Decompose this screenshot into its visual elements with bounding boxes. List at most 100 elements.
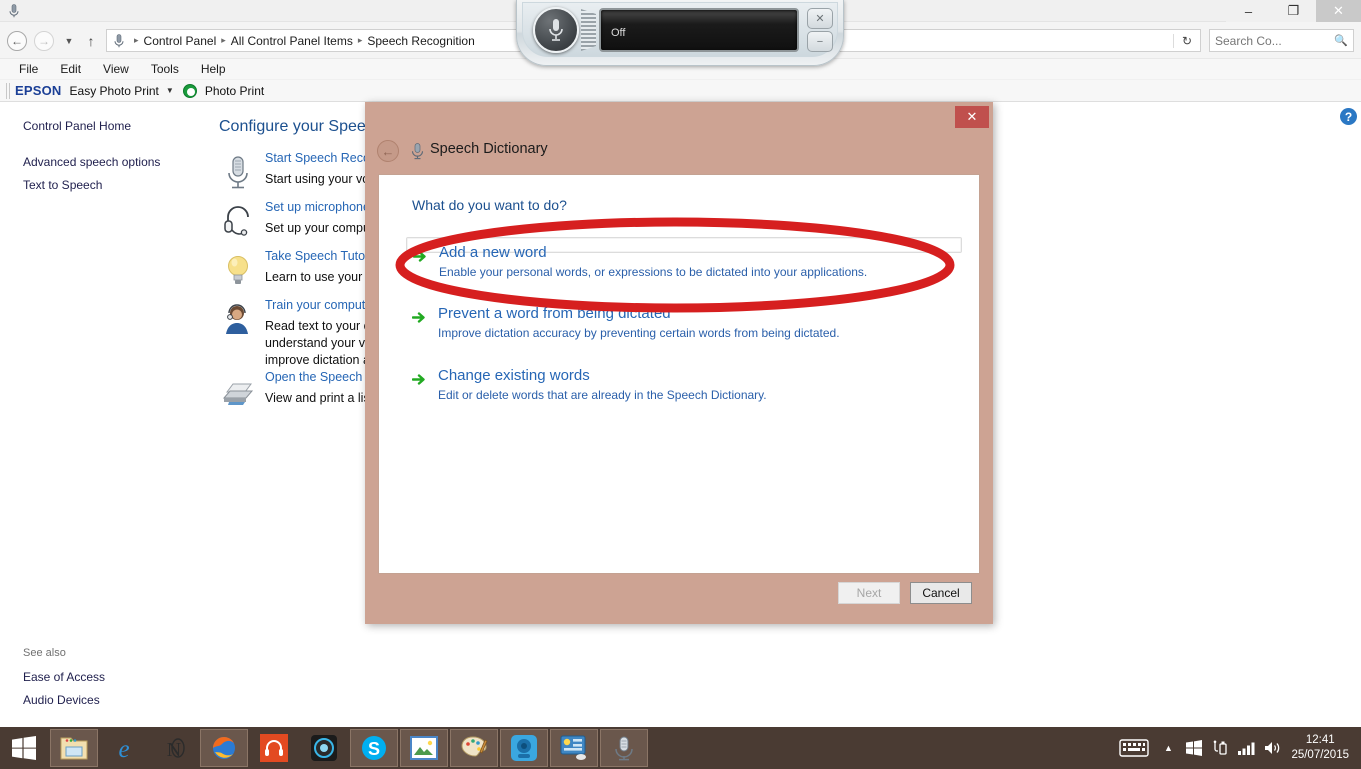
dialog-title: Speech Dictionary xyxy=(430,141,548,157)
camera-lens-icon xyxy=(309,734,339,762)
chevron-down-icon[interactable]: ▼ xyxy=(166,86,174,95)
dialog-back-button[interactable]: ← xyxy=(377,140,399,162)
taskbar-item-internet-explorer[interactable]: e xyxy=(100,729,148,767)
onenote-icon: N xyxy=(159,734,189,762)
breadcrumb-separator: ▸ xyxy=(134,35,139,46)
breadcrumb-item-control-panel[interactable]: Control Panel xyxy=(144,34,217,48)
cancel-button[interactable]: Cancel xyxy=(910,582,972,604)
screen: – ❐ ✕ ← → ▼ ↑ ▸ Control Panel ▸ All Cont… xyxy=(0,0,1361,769)
refresh-icon[interactable]: ↻ xyxy=(1173,34,1200,48)
search-input[interactable]: Search Co... 🔍 xyxy=(1209,29,1354,52)
menu-help[interactable]: Help xyxy=(190,62,237,76)
option-title: Add a new word xyxy=(439,244,547,261)
microphone-icon xyxy=(409,142,426,160)
keyboard-icon[interactable] xyxy=(1113,727,1155,769)
firefox-icon xyxy=(209,734,239,762)
chevron-down-icon[interactable]: ⱟ xyxy=(1155,36,1173,46)
taskbar-item-file-explorer[interactable] xyxy=(50,729,98,767)
internet-explorer-icon: e xyxy=(109,734,139,762)
maximize-button[interactable]: ❐ xyxy=(1271,0,1316,22)
minimize-button[interactable]: – xyxy=(1226,0,1271,22)
speech-recognition-widget[interactable]: Off ✕ − xyxy=(516,0,844,66)
help-icon[interactable]: ? xyxy=(1340,108,1357,125)
windows-flag-icon[interactable] xyxy=(1181,727,1207,769)
dialog-close-button[interactable]: ✕ xyxy=(955,106,989,128)
window-controls: – ❐ ✕ xyxy=(1226,0,1361,22)
epson-logo: EPSON xyxy=(15,83,62,98)
svg-text:S: S xyxy=(368,739,380,759)
photo-print-icon xyxy=(183,84,197,98)
see-also-label: See also xyxy=(23,647,66,659)
sidebar-item-audio-devices[interactable]: Audio Devices xyxy=(23,693,100,707)
sidebar-item-advanced-speech-options[interactable]: Advanced speech options xyxy=(23,155,160,169)
usb-icon[interactable] xyxy=(1207,727,1233,769)
taskbar-item-headphones-app[interactable] xyxy=(250,729,298,767)
microphone-icon xyxy=(111,33,127,49)
speech-status-text: Off xyxy=(611,27,625,39)
up-button[interactable]: ↑ xyxy=(82,32,100,50)
taskbar-item-firefox[interactable] xyxy=(200,729,248,767)
menu-view[interactable]: View xyxy=(92,62,140,76)
microphone-icon xyxy=(219,153,257,191)
taskbar-item-paint[interactable] xyxy=(450,729,498,767)
breadcrumb-item-speech-recognition[interactable]: Speech Recognition xyxy=(367,34,474,48)
volume-meter-icon xyxy=(581,9,596,51)
system-tray: ▲ 12:41 25/07/2015 xyxy=(1113,727,1361,769)
option-add-a-new-word[interactable]: Add a new word Enable your personal word… xyxy=(406,237,962,253)
taskbar-item-camera-lens[interactable] xyxy=(300,729,348,767)
close-button[interactable]: ✕ xyxy=(1316,0,1361,22)
sidebar-item-ease-of-access[interactable]: Ease of Access xyxy=(23,670,105,684)
network-bars-icon[interactable] xyxy=(1233,727,1259,769)
speech-status-display: Off xyxy=(599,8,799,52)
back-button[interactable]: ← xyxy=(7,31,27,51)
green-arrow-icon xyxy=(412,372,427,387)
sidebar: Control Panel Home Advanced speech optio… xyxy=(0,102,215,727)
breadcrumb-separator: ▸ xyxy=(221,35,226,46)
taskbar: e N S ▲ 12:41 25/07/2015 xyxy=(0,727,1361,769)
green-arrow-icon xyxy=(413,249,428,264)
speech-widget-close-button[interactable]: ✕ xyxy=(807,8,833,29)
link-set-up-microphone[interactable]: Set up microphone xyxy=(265,200,370,214)
webcam-icon xyxy=(510,734,538,762)
microphone-icon xyxy=(6,3,22,19)
menu-tools[interactable]: Tools xyxy=(140,62,190,76)
next-button[interactable]: Next xyxy=(838,582,900,604)
svg-text:e: e xyxy=(118,736,129,762)
taskbar-item-onenote[interactable]: N xyxy=(150,729,198,767)
show-hidden-icons-button[interactable]: ▲ xyxy=(1155,727,1181,769)
control-panel-icon xyxy=(559,734,589,762)
taskbar-item-control-panel[interactable] xyxy=(550,729,598,767)
clock[interactable]: 12:41 25/07/2015 xyxy=(1285,733,1361,763)
search-placeholder: Search Co... xyxy=(1215,34,1282,48)
photo-print-button[interactable]: Photo Print xyxy=(205,84,264,98)
speech-mic-button[interactable] xyxy=(533,7,579,53)
option-description: Enable your personal words, or expressio… xyxy=(439,265,867,279)
start-button[interactable] xyxy=(0,727,48,769)
forward-button[interactable]: → xyxy=(34,31,54,51)
recent-locations-icon[interactable]: ▼ xyxy=(61,34,77,48)
speech-dictionary-dialog: ✕ ← Speech Dictionary What do you want t… xyxy=(365,102,993,624)
paint-icon xyxy=(459,734,489,762)
easy-photo-print-button[interactable]: Easy Photo Print xyxy=(70,84,159,98)
dialog-header: ← Speech Dictionary xyxy=(365,134,993,174)
menu-file[interactable]: File xyxy=(8,62,49,76)
speech-widget-minimize-button[interactable]: − xyxy=(807,31,833,52)
person-headset-icon xyxy=(219,300,257,338)
taskbar-item-webcam[interactable] xyxy=(500,729,548,767)
menu-edit[interactable]: Edit xyxy=(49,62,92,76)
sidebar-item-text-to-speech[interactable]: Text to Speech xyxy=(23,178,102,192)
taskbar-item-speech-recognition[interactable] xyxy=(600,729,648,767)
taskbar-item-photos[interactable] xyxy=(400,729,448,767)
dialog-body: What do you want to do? Add a new word E… xyxy=(378,174,980,574)
volume-icon[interactable] xyxy=(1259,727,1285,769)
option-description: Improve dictation accuracy by preventing… xyxy=(438,326,840,340)
dialog-question: What do you want to do? xyxy=(412,197,567,213)
sidebar-item-control-panel-home[interactable]: Control Panel Home xyxy=(23,119,131,133)
green-arrow-icon xyxy=(412,310,427,325)
toolbar-grip[interactable] xyxy=(6,83,11,99)
breadcrumb-item-all-items[interactable]: All Control Panel Items xyxy=(231,34,353,48)
option-title: Change existing words xyxy=(438,367,590,384)
printer-icon xyxy=(219,372,257,410)
taskbar-item-skype[interactable]: S xyxy=(350,729,398,767)
breadcrumb-separator: ▸ xyxy=(358,35,363,46)
